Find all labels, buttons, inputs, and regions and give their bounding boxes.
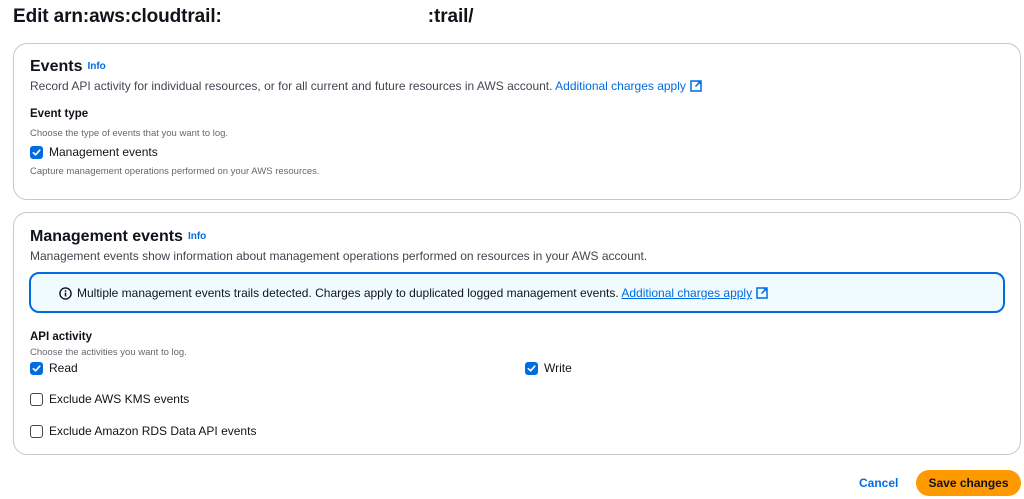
page-title: Edit arn:aws:cloudtrail: :trail/ — [13, 6, 474, 28]
read-checkbox-label: Read — [49, 361, 78, 375]
exclude-kms-checkbox[interactable]: Exclude AWS KMS events — [30, 392, 189, 406]
api-activity-hint: Choose the activities you want to log. — [30, 347, 187, 358]
events-heading-text: Events — [30, 58, 83, 75]
external-link-icon — [690, 80, 702, 92]
management-heading-text: Management events — [30, 228, 183, 245]
write-checkbox-label: Write — [544, 361, 572, 375]
read-checkbox[interactable]: Read — [30, 361, 78, 375]
events-panel: Events Info Record API activity for indiv… — [13, 43, 1021, 200]
management-heading: Management events Info — [30, 228, 206, 246]
checkbox-unchecked-icon — [30, 392, 43, 406]
management-description: Management events show information about… — [30, 249, 648, 263]
exclude-rds-checkbox[interactable]: Exclude Amazon RDS Data API events — [30, 424, 256, 438]
management-events-checkbox-label: Management events — [49, 145, 158, 159]
events-charges-link-text: Additional charges apply — [555, 79, 686, 93]
events-description-text: Record API activity for individual resou… — [30, 79, 553, 93]
event-type-hint: Choose the type of events that you want … — [30, 128, 229, 139]
checkbox-checked-icon — [30, 145, 43, 159]
exclude-kms-checkbox-label: Exclude AWS KMS events — [49, 392, 190, 406]
management-info-link[interactable]: Info — [188, 231, 206, 242]
checkbox-checked-icon — [30, 361, 43, 375]
external-link-icon[interactable] — [756, 287, 768, 299]
write-checkbox[interactable]: Write — [525, 361, 572, 375]
alert-charges-link-text: Additional charges apply — [621, 286, 753, 300]
events-heading: Events Info — [30, 58, 106, 76]
page-title-prefix: Edit arn:aws:cloudtrail: — [13, 6, 222, 27]
page-title-suffix: :trail/ — [427, 6, 474, 27]
events-description: Record API activity for individual resou… — [30, 79, 702, 93]
alert-message: Multiple management events trails detect… — [77, 286, 768, 300]
checkbox-unchecked-icon — [30, 424, 43, 438]
exclude-rds-checkbox-label: Exclude Amazon RDS Data API events — [49, 424, 257, 438]
cancel-button[interactable]: Cancel — [859, 476, 898, 490]
management-events-panel: Management events Info Management events … — [13, 212, 1021, 455]
events-info-link[interactable]: Info — [87, 61, 105, 72]
event-type-label: Event type — [30, 108, 89, 120]
alert-charges-link[interactable]: Additional charges apply — [621, 286, 752, 300]
api-activity-label: API activity — [30, 331, 92, 343]
management-events-hint: Capture management operations performed … — [30, 166, 320, 177]
checkbox-checked-icon — [525, 361, 538, 375]
save-changes-button[interactable]: Save changes — [916, 470, 1021, 496]
info-alert: Multiple management events trails detect… — [29, 272, 1005, 313]
management-events-checkbox[interactable]: Management events — [30, 145, 158, 159]
info-circle-icon — [59, 287, 72, 300]
alert-message-text: Multiple management events trails detect… — [77, 286, 619, 300]
events-charges-link[interactable]: Additional charges apply — [555, 79, 702, 93]
